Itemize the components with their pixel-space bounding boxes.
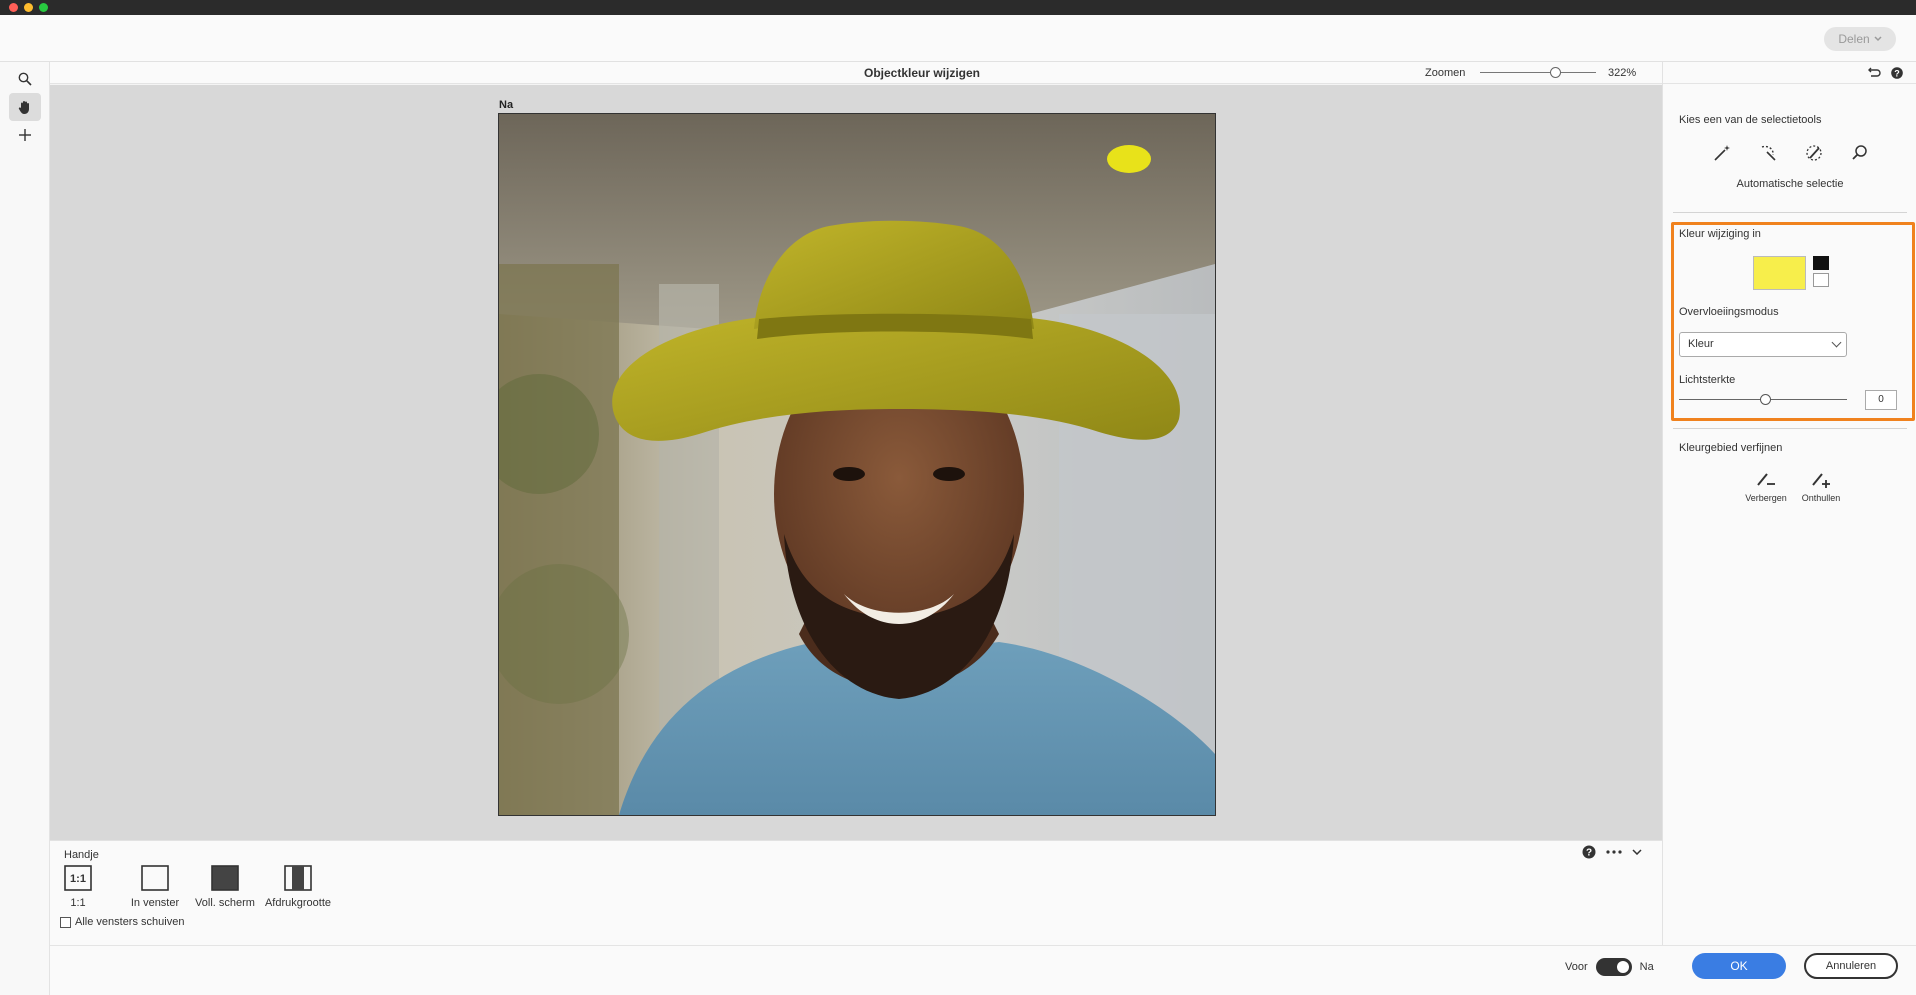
photo-preview[interactable] <box>498 113 1216 816</box>
dialog-footer: Voor Na OK Annuleren <box>50 945 1916 995</box>
ok-button[interactable]: OK <box>1692 953 1786 979</box>
share-button[interactable]: Delen <box>1824 27 1896 51</box>
brush-minus-icon <box>1754 467 1778 489</box>
foreground-color-chip[interactable] <box>1813 256 1829 270</box>
option-label: 1:1 <box>70 897 86 909</box>
one-to-one-icon: 1:1 <box>64 865 92 891</box>
brush-selection-icon[interactable] <box>1803 142 1825 164</box>
selection-tools-heading: Kies een van de selectietools <box>1679 114 1822 126</box>
reset-icon[interactable] <box>1867 67 1881 79</box>
panel-header: ? <box>1663 62 1916 84</box>
view-option-one-to-one[interactable]: 1:1 1:1 <box>64 865 92 909</box>
view-option-fit-window[interactable]: In venster <box>125 865 185 909</box>
chevron-down-icon[interactable] <box>1632 849 1642 855</box>
hand-icon <box>18 101 29 114</box>
color-change-heading: Kleur wijziging in <box>1679 228 1761 240</box>
zoom-slider-handle[interactable] <box>1550 67 1561 78</box>
refine-hide-label: Verbergen <box>1745 493 1787 503</box>
minimize-window-button[interactable] <box>24 3 33 12</box>
search-icon[interactable] <box>1849 142 1871 164</box>
share-label: Delen <box>1838 32 1870 46</box>
properties-panel: ? Kies een van de selectietools Automati… <box>1662 62 1916 945</box>
before-after-toggle[interactable] <box>1595 958 1632 976</box>
blend-mode-value: Kleur <box>1688 338 1714 350</box>
refine-hide-button[interactable]: Verbergen <box>1741 467 1791 503</box>
plus-icon <box>19 129 31 141</box>
fill-screen-icon <box>211 865 239 891</box>
window-titlebar <box>0 0 1916 15</box>
brightness-slider-handle[interactable] <box>1760 394 1771 405</box>
more-options-icon[interactable] <box>1606 850 1622 854</box>
panel-actions: ? <box>1582 845 1642 859</box>
background-color-chip[interactable] <box>1813 273 1829 287</box>
scroll-all-windows-checkbox[interactable] <box>60 916 71 928</box>
before-label: Voor <box>1565 961 1588 973</box>
blend-mode-select[interactable]: Kleur <box>1679 332 1847 357</box>
app-bar: Delen <box>0 15 1916 62</box>
scroll-all-windows-label: Alle vensters schuiven <box>75 916 185 928</box>
auto-select-label: Automatische selectie <box>1736 178 1844 190</box>
svg-text:?: ? <box>1586 848 1592 859</box>
option-label: In venster <box>130 897 180 909</box>
refine-reveal-button[interactable]: Onthullen <box>1795 467 1847 503</box>
magic-wand-icon[interactable] <box>1711 142 1733 164</box>
quick-selection-icon[interactable] <box>1757 142 1779 164</box>
option-label: Afdrukgrootte <box>264 897 332 909</box>
view-label: Na <box>499 99 514 111</box>
svg-text:1:1: 1:1 <box>70 873 86 885</box>
image-canvas[interactable]: Na <box>50 85 1662 840</box>
brightness-input[interactable]: 0 <box>1865 390 1897 410</box>
help-icon[interactable]: ? <box>1891 67 1903 79</box>
refine-heading: Kleurgebied verfijnen <box>1679 442 1783 454</box>
after-label: Na <box>1639 961 1654 973</box>
cancel-button[interactable]: Annuleren <box>1804 953 1898 979</box>
chevron-down-icon <box>1874 36 1882 42</box>
add-tool-button[interactable] <box>9 121 41 149</box>
magnifier-icon <box>18 72 32 86</box>
chevron-down-icon <box>1831 337 1842 348</box>
print-size-icon <box>284 865 312 891</box>
zoom-window-button[interactable] <box>39 3 48 12</box>
zoom-value: 322% <box>1608 67 1637 79</box>
zoom-label: Zoomen <box>1425 67 1466 79</box>
brightness-heading: Lichtsterkte <box>1679 374 1736 386</box>
scroll-all-windows-row[interactable]: Alle vensters schuiven <box>60 916 184 928</box>
active-tool-name: Handje <box>64 849 99 861</box>
portrait-image <box>499 114 1215 815</box>
color-swatch[interactable] <box>1753 256 1806 290</box>
svg-text:?: ? <box>1894 69 1900 79</box>
refine-reveal-label: Onthullen <box>1801 493 1841 503</box>
before-after-toggle-group: Voor Na <box>1565 958 1654 976</box>
brush-plus-icon <box>1809 467 1833 489</box>
selection-tools <box>1711 142 1871 164</box>
option-label: Voll. scherm <box>195 897 255 909</box>
page-title: Objectkleur wijzigen <box>863 66 981 80</box>
blend-mode-heading: Overvloeiingsmodus <box>1679 306 1779 318</box>
zoom-slider-track[interactable] <box>1480 72 1596 73</box>
hand-tool-button[interactable] <box>9 93 41 121</box>
help-icon[interactable]: ? <box>1582 845 1596 859</box>
view-option-print-size[interactable]: Afdrukgrootte <box>260 865 336 909</box>
zoom-tool-button[interactable] <box>9 65 41 93</box>
canvas-header: Objectkleur wijzigen Zoomen 322% <box>50 62 1662 84</box>
view-option-fill-screen[interactable]: Voll. scherm <box>190 865 260 909</box>
close-window-button[interactable] <box>9 3 18 12</box>
divider <box>1673 428 1907 429</box>
fit-window-icon <box>141 865 169 891</box>
left-toolbar <box>0 62 50 995</box>
divider <box>1673 212 1907 213</box>
tool-options-panel: Handje 1:1 1:1 In venster Voll. scherm A… <box>50 840 1662 945</box>
